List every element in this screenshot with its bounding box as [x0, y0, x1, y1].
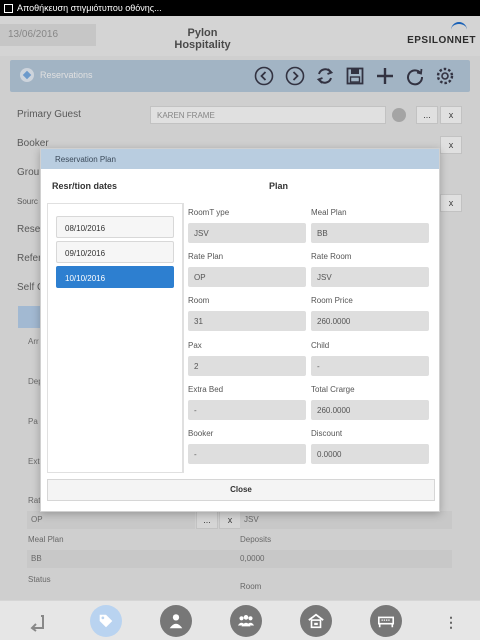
more-menu-button[interactable]: ⋮ — [440, 611, 462, 633]
dates-header: Resr/tion dates — [52, 181, 118, 191]
discount-value: 0.0000 — [311, 444, 429, 464]
back-icon — [30, 615, 44, 632]
room-type-value: JSV — [188, 223, 306, 243]
date-item-2[interactable]: 10/10/2016 — [56, 266, 174, 288]
extra-bed-value: - — [188, 400, 306, 420]
child-value: - — [311, 356, 429, 376]
nav-groups[interactable] — [230, 605, 262, 637]
room-type-label: RoomT ype — [188, 208, 230, 217]
close-button[interactable]: Close — [47, 479, 435, 501]
bed-icon — [377, 616, 395, 628]
status-bar: Αποθήκευση στιγμιότυπου οθόνης... — [0, 0, 480, 16]
meal-plan-label: Meal Plan — [311, 208, 347, 217]
more-icon: ⋮ — [444, 613, 458, 630]
status-text: Αποθήκευση στιγμιότυπου οθόνης... — [17, 3, 162, 13]
date-item-0[interactable]: 08/10/2016 — [56, 216, 174, 238]
nav-hotel[interactable] — [300, 605, 332, 637]
booker-value: - — [188, 444, 306, 464]
rate-room-label: Rate Room — [311, 252, 352, 261]
rate-room-value: JSV — [311, 267, 429, 287]
screenshot-icon — [4, 3, 13, 13]
nav-rooms[interactable] — [370, 605, 402, 637]
group-icon — [237, 615, 255, 627]
nav-reservations[interactable] — [90, 605, 122, 637]
back-button[interactable] — [26, 611, 48, 633]
date-item-1[interactable]: 09/10/2016 — [56, 241, 174, 263]
dates-list: 08/10/2016 09/10/2016 10/10/2016 — [47, 203, 183, 473]
plan-details: RoomT ype JSV Meal Plan BB Rate Plan OP … — [183, 203, 435, 473]
extra-bed-label: Extra Bed — [188, 385, 224, 394]
child-label: Child — [311, 341, 330, 350]
room-price-label: Room Price — [311, 296, 353, 305]
room-label: Room — [188, 296, 210, 305]
room-price-value: 260.0000 — [311, 311, 429, 331]
tag-icon — [99, 614, 113, 628]
bottom-nav: ⋮ — [0, 600, 480, 640]
person-icon — [169, 614, 183, 629]
total-charge-value: 260.0000 — [311, 400, 429, 420]
meal-plan-value: BB — [311, 223, 429, 243]
hotel-icon — [308, 613, 324, 629]
plan-header: Plan — [269, 181, 289, 191]
dialog-title: Reservation Plan — [41, 149, 439, 169]
rate-plan-value: OP — [188, 267, 306, 287]
pax-value: 2 — [188, 356, 306, 376]
rate-plan-label: Rate Plan — [188, 252, 224, 261]
reservation-plan-dialog: Reservation Plan Resr/tion dates Plan 08… — [40, 148, 440, 512]
total-charge-label: Total Crarge — [311, 385, 355, 394]
room-value: 31 — [188, 311, 306, 331]
pax-label: Pax — [188, 341, 202, 350]
nav-guest[interactable] — [160, 605, 192, 637]
booker-label: Booker — [188, 429, 214, 438]
discount-label: Discount — [311, 429, 343, 438]
